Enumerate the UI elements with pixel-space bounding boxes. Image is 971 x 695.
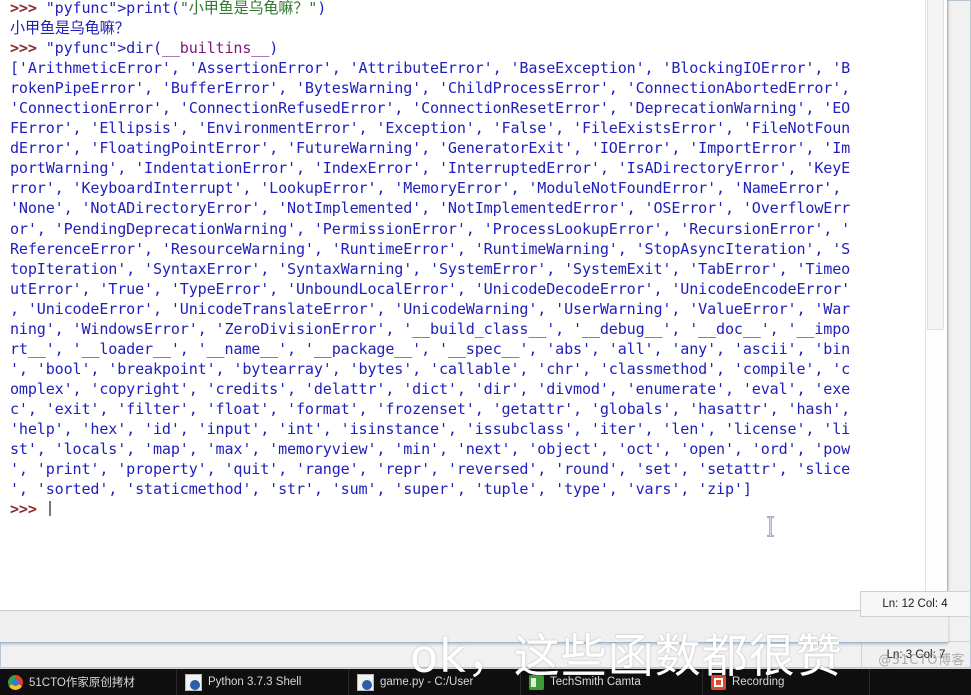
shell-line: ning', 'WindowsError', 'ZeroDivisionErro… [10, 319, 919, 339]
shell-line: >>> "pyfunc">print("小甲鱼是乌龟嘛？") [10, 0, 327, 17]
shell-output-text: portWarning', 'IndentationError', 'Index… [10, 159, 851, 178]
shell-line: portWarning', 'IndentationError', 'Index… [10, 158, 919, 178]
shell-output-text: FError', 'Ellipsis', 'EnvironmentError',… [10, 119, 851, 138]
taskbar-item-1[interactable]: Python 3.7.3 Shell [177, 669, 349, 695]
watermark: @51CTO博客 [878, 653, 965, 668]
shell-line: ', 'bool', 'breakpoint', 'bytearray', 'b… [10, 359, 919, 379]
shell-output-text: 'help', 'hex', 'id', 'input', 'int', 'is… [10, 419, 851, 438]
video-subtitle: ok，这些函数都很赞 [410, 629, 843, 683]
shell-output-text: utError', 'True', 'TypeError', 'UnboundL… [10, 279, 851, 298]
shell-output-text: topIteration', 'SyntaxError', 'SyntaxWar… [10, 259, 851, 278]
shell-line: c', 'exit', 'filter', 'float', 'format',… [10, 399, 919, 419]
shell-output-text: ', 'print', 'property', 'quit', 'range',… [10, 460, 851, 479]
shell-output-text: ['ArithmeticError', 'AssertionError', 'A… [10, 59, 851, 78]
shell-line: 'ConnectionError', 'ConnectionRefusedErr… [10, 98, 919, 118]
shell-line: omplex', 'copyright', 'credits', 'delatt… [10, 379, 919, 399]
shell-output-text: st', 'locals', 'map', 'max', 'memoryview… [10, 440, 851, 459]
shell-prompt: >>> [10, 500, 46, 519]
text-cursor-icon [764, 516, 777, 537]
shell-output-text: rokenPipeError', 'BufferError', 'BytesWa… [10, 79, 851, 98]
taskbar-item-0[interactable]: 51CTO作家原创拷材 [0, 669, 177, 695]
text-caret [48, 501, 51, 517]
chrome-icon [8, 674, 23, 690]
shell-output-text: 'None', 'NotADirectoryError', 'NotImplem… [10, 199, 851, 218]
shell-output-text: ', 'bool', 'breakpoint', 'bytearray', 'b… [10, 359, 851, 378]
shell-output-text: ', 'sorted', 'staticmethod', 'str', 'sum… [10, 480, 752, 499]
shell-output-text: omplex', 'copyright', 'credits', 'delatt… [10, 379, 851, 398]
shell-output-area[interactable]: >>> "pyfunc">print("小甲鱼是乌龟嘛？") 小甲鱼是乌龟嘛？ >>… [10, 0, 919, 610]
shell-line: >>> "pyfunc">dir(__builtins__) [10, 39, 279, 58]
shell-status-bar: Ln: 12 Col: 4 [860, 591, 969, 617]
shell-line: dError', 'FloatingPointError', 'FutureWa… [10, 138, 919, 158]
shell-line: >>> [10, 499, 919, 519]
shell-output-text: rror', 'KeyboardInterrupt', 'LookupError… [10, 179, 842, 198]
shell-status-linecol: Ln: 12 Col: 4 [882, 598, 948, 610]
shell-prompt: >>> [10, 39, 46, 58]
python-file-icon [185, 673, 202, 691]
taskbar-label-1: Python 3.7.3 Shell [208, 676, 302, 688]
shell-line: FError', 'Ellipsis', 'EnvironmentError',… [10, 118, 919, 138]
scrollbar-thumb[interactable] [927, 0, 944, 330]
shell-output-text: 小甲鱼是乌龟嘛？ [10, 19, 130, 38]
shell-output-text: , 'UnicodeError', 'UnicodeTranslateError… [10, 299, 851, 318]
shell-line: ', 'sorted', 'staticmethod', 'str', 'sum… [10, 479, 919, 499]
shell-output-text: 'ConnectionError', 'ConnectionRefusedErr… [10, 99, 851, 118]
shell-output-text: c', 'exit', 'filter', 'float', 'format',… [10, 399, 851, 418]
shell-input-text: "pyfunc">dir [45, 39, 153, 58]
shell-output-text: ning', 'WindowsError', 'ZeroDivisionErro… [10, 319, 851, 338]
shell-line: topIteration', 'SyntaxError', 'SyntaxWar… [10, 259, 919, 279]
shell-line: st', 'locals', 'map', 'max', 'memoryview… [10, 439, 919, 459]
shell-line: 小甲鱼是乌龟嘛？ [10, 18, 919, 38]
shell-input-text: "pyfunc">print [45, 0, 171, 17]
python-file-icon [357, 673, 374, 691]
shell-line: rt__', '__loader__', '__name__', '__pack… [10, 339, 919, 359]
shell-output-text: or', 'PendingDeprecationWarning', 'Permi… [10, 219, 851, 238]
taskbar-label-0: 51CTO作家原创拷材 [29, 677, 135, 689]
shell-output-text: ReferenceError', 'ResourceWarning', 'Run… [10, 239, 851, 258]
shell-line: 'None', 'NotADirectoryError', 'NotImplem… [10, 198, 919, 218]
shell-line: or', 'PendingDeprecationWarning', 'Permi… [10, 219, 919, 239]
shell-line: ['ArithmeticError', 'AssertionError', 'A… [10, 58, 919, 78]
shell-line: ', 'print', 'property', 'quit', 'range',… [10, 459, 919, 479]
shell-prompt: >>> [10, 0, 46, 17]
shell-line: rokenPipeError', 'BufferError', 'BytesWa… [10, 78, 919, 98]
shell-output-text: dError', 'FloatingPointError', 'FutureWa… [10, 139, 851, 158]
shell-vertical-scrollbar[interactable]: ⌄ [925, 0, 944, 610]
shell-line: 'help', 'hex', 'id', 'input', 'int', 'is… [10, 419, 919, 439]
shell-line: , 'UnicodeError', 'UnicodeTranslateError… [10, 299, 919, 319]
shell-line: rror', 'KeyboardInterrupt', 'LookupError… [10, 178, 919, 198]
shell-line: utError', 'True', 'TypeError', 'UnboundL… [10, 279, 919, 299]
shell-line: ReferenceError', 'ResourceWarning', 'Run… [10, 239, 919, 259]
python-shell-window[interactable]: >>> "pyfunc">print("小甲鱼是乌龟嘛？") 小甲鱼是乌龟嘛？ >>… [0, 0, 969, 643]
shell-output-text: rt__', '__loader__', '__name__', '__pack… [10, 339, 851, 358]
